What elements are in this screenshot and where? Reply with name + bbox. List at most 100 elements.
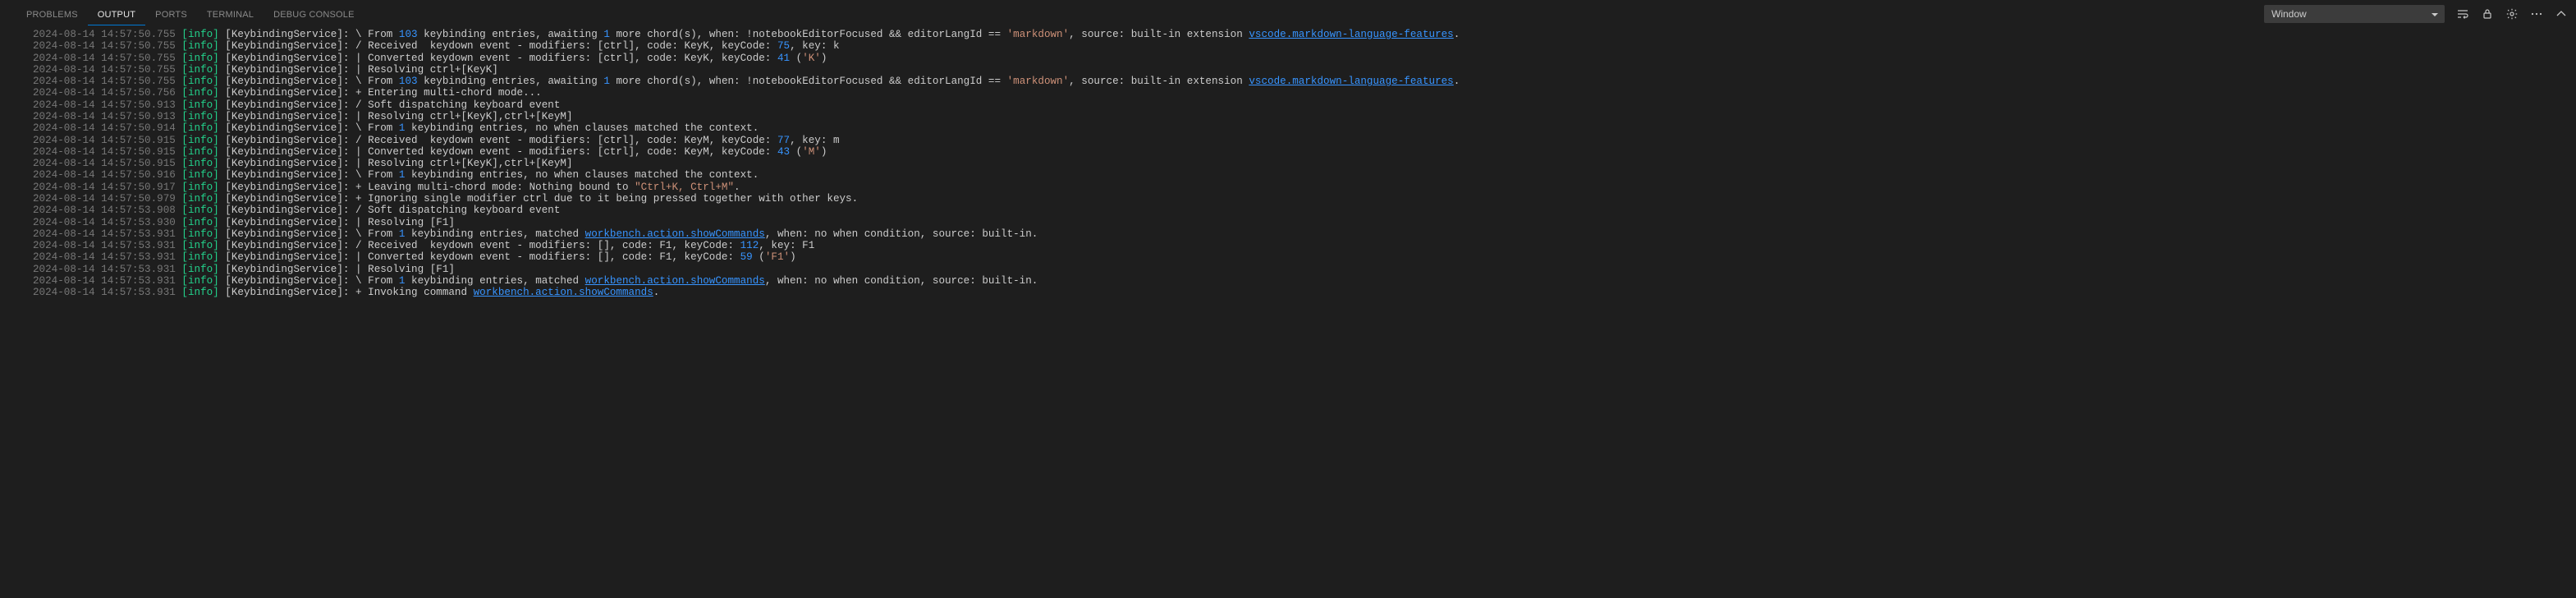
word-wrap-icon[interactable] <box>2456 7 2469 21</box>
tab-output[interactable]: OUTPUT <box>88 3 145 25</box>
log-text: ( <box>753 251 765 263</box>
log-service: [KeybindingService]: <box>219 217 355 228</box>
log-timestamp: 2024-08-14 14:57:50.915 <box>33 135 181 146</box>
lock-scroll-icon[interactable] <box>2481 7 2494 21</box>
log-level: [info] <box>181 287 218 298</box>
log-service: [KeybindingService]: <box>219 275 355 287</box>
log-level: [info] <box>181 251 218 263</box>
log-timestamp: 2024-08-14 14:57:50.915 <box>33 158 181 169</box>
tab-terminal[interactable]: TERMINAL <box>197 3 264 25</box>
log-line: 2024-08-14 14:57:53.931 [info] [Keybindi… <box>33 240 2576 251</box>
log-timestamp: 2024-08-14 14:57:50.755 <box>33 29 181 40</box>
log-level: [info] <box>181 76 218 87</box>
log-text: , key: k <box>790 40 839 52</box>
log-text: keybinding entries, matched <box>405 275 584 287</box>
log-timestamp: 2024-08-14 14:57:50.755 <box>33 53 181 64</box>
log-service: [KeybindingService]: <box>219 111 355 122</box>
log-level: [info] <box>181 275 218 287</box>
log-text: \ From <box>355 169 399 181</box>
log-text: + Leaving multi-chord mode: Nothing boun… <box>355 182 635 193</box>
panel-tab-bar: PROBLEMS OUTPUT PORTS TERMINAL DEBUG CON… <box>0 0 2576 29</box>
log-line: 2024-08-14 14:57:50.915 [info] [Keybindi… <box>33 135 2576 146</box>
log-level: [info] <box>181 40 218 52</box>
log-service: [KeybindingService]: <box>219 169 355 181</box>
log-number: 77 <box>777 135 790 146</box>
maximize-panel-icon[interactable] <box>2555 7 2568 21</box>
log-command-link: workbench.action.showCommands <box>585 275 765 287</box>
log-line: 2024-08-14 14:57:53.908 [info] [Keybindi… <box>33 205 2576 216</box>
log-line: 2024-08-14 14:57:53.931 [info] [Keybindi… <box>33 228 2576 240</box>
log-text: + Entering multi-chord mode... <box>355 87 542 99</box>
log-text: / Soft dispatching keyboard event <box>355 205 560 216</box>
log-text: \ From <box>355 122 399 134</box>
log-timestamp: 2024-08-14 14:57:50.915 <box>33 146 181 158</box>
log-service: [KeybindingService]: <box>219 40 355 52</box>
log-text: keybinding entries, awaiting <box>418 76 604 87</box>
log-level: [info] <box>181 122 218 134</box>
log-level: [info] <box>181 53 218 64</box>
panel-right-controls: Window <box>2264 5 2568 23</box>
log-timestamp: 2024-08-14 14:57:50.914 <box>33 122 181 134</box>
log-line: 2024-08-14 14:57:53.931 [info] [Keybindi… <box>33 251 2576 263</box>
log-timestamp: 2024-08-14 14:57:53.931 <box>33 264 181 275</box>
log-text: . <box>734 182 740 193</box>
log-number: 1 <box>603 76 610 87</box>
settings-gear-icon[interactable] <box>2505 7 2519 21</box>
log-text: keybinding entries, no when clauses matc… <box>405 169 759 181</box>
log-service: [KeybindingService]: <box>219 64 355 76</box>
log-text: . <box>1454 76 1460 87</box>
log-command-link: workbench.action.showCommands <box>585 228 765 240</box>
log-text: keybinding entries, no when clauses matc… <box>405 122 759 134</box>
log-level: [info] <box>181 87 218 99</box>
log-timestamp: 2024-08-14 14:57:53.931 <box>33 275 181 287</box>
log-number: 103 <box>399 76 418 87</box>
log-number: 43 <box>777 146 790 158</box>
log-string: 'markdown' <box>1007 76 1070 87</box>
log-timestamp: 2024-08-14 14:57:50.916 <box>33 169 181 181</box>
output-log-area[interactable]: 2024-08-14 14:57:50.755 [info] [Keybindi… <box>0 29 2576 598</box>
log-text: | Converted keydown event - modifiers: [… <box>355 251 740 263</box>
log-level: [info] <box>181 99 218 111</box>
log-text: , key: m <box>790 135 839 146</box>
log-timestamp: 2024-08-14 14:57:50.913 <box>33 111 181 122</box>
log-text: more chord(s), when: !notebookEditorFocu… <box>610 29 1007 40</box>
log-line: 2024-08-14 14:57:53.931 [info] [Keybindi… <box>33 287 2576 298</box>
log-level: [info] <box>181 135 218 146</box>
log-level: [info] <box>181 240 218 251</box>
log-line: 2024-08-14 14:57:50.979 [info] [Keybindi… <box>33 193 2576 205</box>
log-text: ( <box>790 146 802 158</box>
log-text: . <box>1454 29 1460 40</box>
log-text: , key: F1 <box>759 240 814 251</box>
log-text: | Resolving ctrl+[KeyK],ctrl+[KeyM] <box>355 158 573 169</box>
log-timestamp: 2024-08-14 14:57:53.930 <box>33 217 181 228</box>
log-service: [KeybindingService]: <box>219 182 355 193</box>
log-timestamp: 2024-08-14 14:57:50.756 <box>33 87 181 99</box>
log-text: | Converted keydown event - modifiers: [… <box>355 146 777 158</box>
log-text: ( <box>790 53 802 64</box>
log-line: 2024-08-14 14:57:50.756 [info] [Keybindi… <box>33 87 2576 99</box>
log-service: [KeybindingService]: <box>219 53 355 64</box>
log-text: ) <box>821 53 827 64</box>
log-service: [KeybindingService]: <box>219 205 355 216</box>
log-text: ) <box>790 251 796 263</box>
output-channel-select[interactable]: Window <box>2264 5 2445 23</box>
log-line: 2024-08-14 14:57:50.917 [info] [Keybindi… <box>33 182 2576 193</box>
log-service: [KeybindingService]: <box>219 135 355 146</box>
log-service: [KeybindingService]: <box>219 287 355 298</box>
log-timestamp: 2024-08-14 14:57:53.931 <box>33 287 181 298</box>
log-text: \ From <box>355 228 399 240</box>
log-timestamp: 2024-08-14 14:57:53.931 <box>33 228 181 240</box>
more-actions-icon[interactable] <box>2530 7 2543 21</box>
log-string: "Ctrl+K, Ctrl+M" <box>635 182 734 193</box>
log-timestamp: 2024-08-14 14:57:53.931 <box>33 240 181 251</box>
tab-ports[interactable]: PORTS <box>145 3 197 25</box>
log-level: [info] <box>181 264 218 275</box>
log-string: 'markdown' <box>1007 29 1070 40</box>
panel-tabs: PROBLEMS OUTPUT PORTS TERMINAL DEBUG CON… <box>16 3 2264 25</box>
log-number: 59 <box>740 251 753 263</box>
log-service: [KeybindingService]: <box>219 122 355 134</box>
log-text: keybinding entries, matched <box>405 228 584 240</box>
tab-problems[interactable]: PROBLEMS <box>16 3 88 25</box>
log-line: 2024-08-14 14:57:50.755 [info] [Keybindi… <box>33 40 2576 52</box>
tab-debug-console[interactable]: DEBUG CONSOLE <box>264 3 364 25</box>
